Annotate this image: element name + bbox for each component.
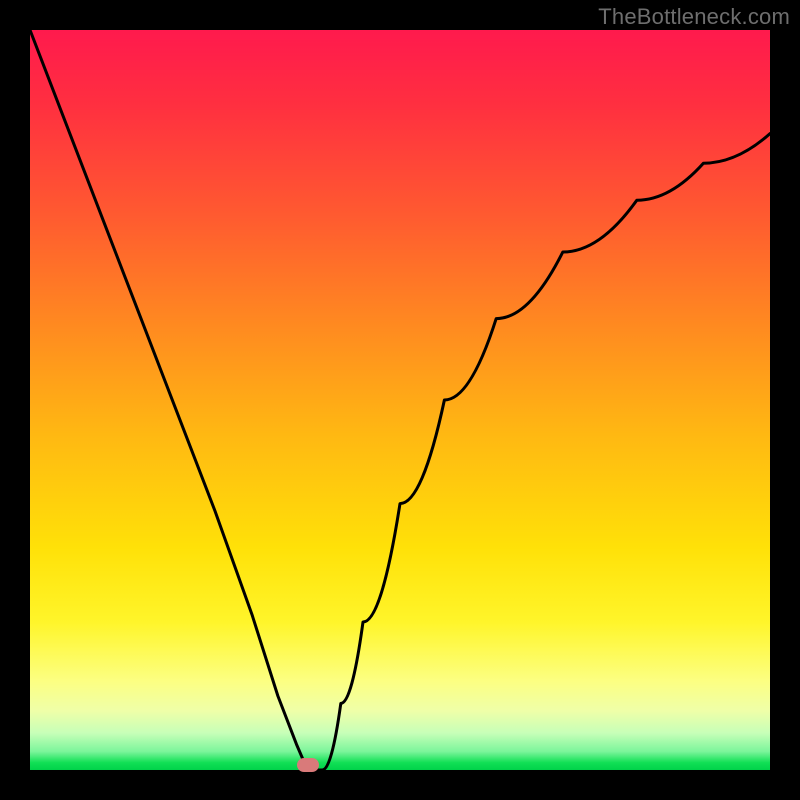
bottleneck-curve — [30, 30, 770, 770]
curve-left-branch — [30, 30, 308, 770]
watermark-text: TheBottleneck.com — [598, 4, 790, 30]
optimal-point-marker — [297, 758, 319, 772]
plot-area — [30, 30, 770, 770]
chart-frame: TheBottleneck.com — [0, 0, 800, 800]
curve-right-branch — [322, 134, 770, 770]
